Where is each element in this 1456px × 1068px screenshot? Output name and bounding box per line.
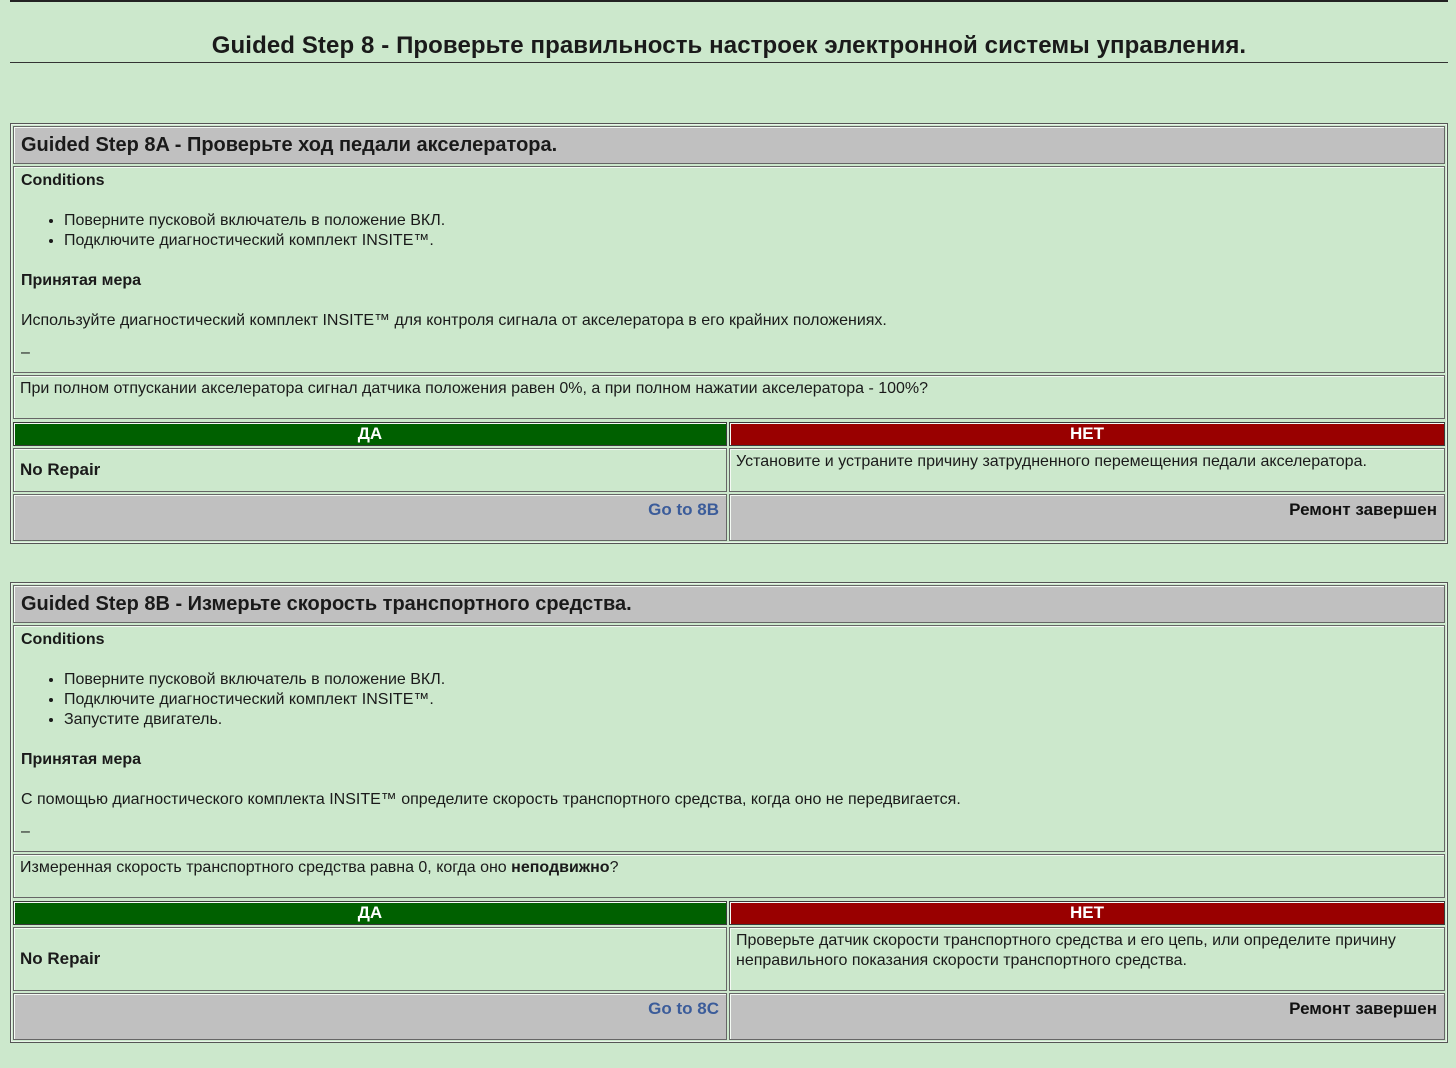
conditions-list: Поверните пусковой включатель в положени… [21,670,1437,730]
no-footer: Ремонт завершен [729,993,1445,1040]
no-footer: Ремонт завершен [729,494,1445,541]
yes-header: ДА [13,901,727,925]
page: Guided Step 8 - Проверьте правильность н… [0,0,1456,1068]
guided-step-8a: Guided Step 8A - Проверьте ход педали ак… [10,123,1448,544]
guided-step-8b: Guided Step 8B - Измерьте скорость транс… [10,582,1448,1043]
dash-separator: – [21,344,30,361]
question-text: При полном отпускании акселератора сигна… [13,375,1445,419]
question-pre: Измеренная скорость транспортного средст… [20,859,512,876]
question-post: ? [609,859,619,876]
repair-complete-label: Ремонт завершен [1289,500,1437,519]
list-item: Поверните пусковой включатель в положени… [64,670,1437,690]
no-result-text: Проверьте датчик скорости транспортного … [729,927,1445,991]
conditions-panel: Conditions Поверните пусковой включатель… [13,166,1445,373]
no-repair-label: No Repair [20,460,101,479]
step-heading: Guided Step 8A - Проверьте ход педали ак… [13,126,1445,164]
yes-header: ДА [13,422,727,446]
conditions-title: Conditions [21,631,105,648]
yes-result: No Repair [13,927,727,991]
no-repair-label: No Repair [20,949,101,968]
page-title: Guided Step 8 - Проверьте правильность н… [211,32,1247,59]
action-text: Используйте диагностический комплект INS… [21,312,887,329]
conditions-list: Поверните пусковой включатель в положени… [21,211,1437,251]
list-item: Подключите диагностический комплект INSI… [64,231,1437,251]
no-header: НЕТ [729,901,1445,925]
yes-footer: Go to 8B [13,494,727,541]
conditions-panel: Conditions Поверните пусковой включатель… [13,625,1445,852]
list-item: Запустите двигатель. [64,710,1437,730]
conditions-title: Conditions [21,172,105,189]
goto-8c-link[interactable]: Go to 8C [648,999,719,1018]
no-header: НЕТ [729,422,1445,446]
list-item: Поверните пусковой включатель в положени… [64,211,1437,231]
question-text: Измеренная скорость транспортного средст… [13,854,1445,898]
step-heading: Guided Step 8B - Измерьте скорость транс… [13,585,1445,623]
question-emphasis: неподвижно [511,859,610,876]
action-text: С помощью диагностического комплекта INS… [21,791,961,808]
yes-result: No Repair [13,448,727,492]
yes-footer: Go to 8C [13,993,727,1040]
dash-separator: – [21,823,30,840]
list-item: Подключите диагностический комплект INSI… [64,690,1437,710]
repair-complete-label: Ремонт завершен [1289,999,1437,1018]
no-result-text: Установите и устраните причину затруднен… [729,448,1445,492]
title-divider [10,62,1448,63]
measure-title: Принятая мера [21,751,142,768]
goto-8b-link[interactable]: Go to 8B [648,500,719,519]
top-divider [10,0,1448,2]
measure-title: Принятая мера [21,272,142,289]
